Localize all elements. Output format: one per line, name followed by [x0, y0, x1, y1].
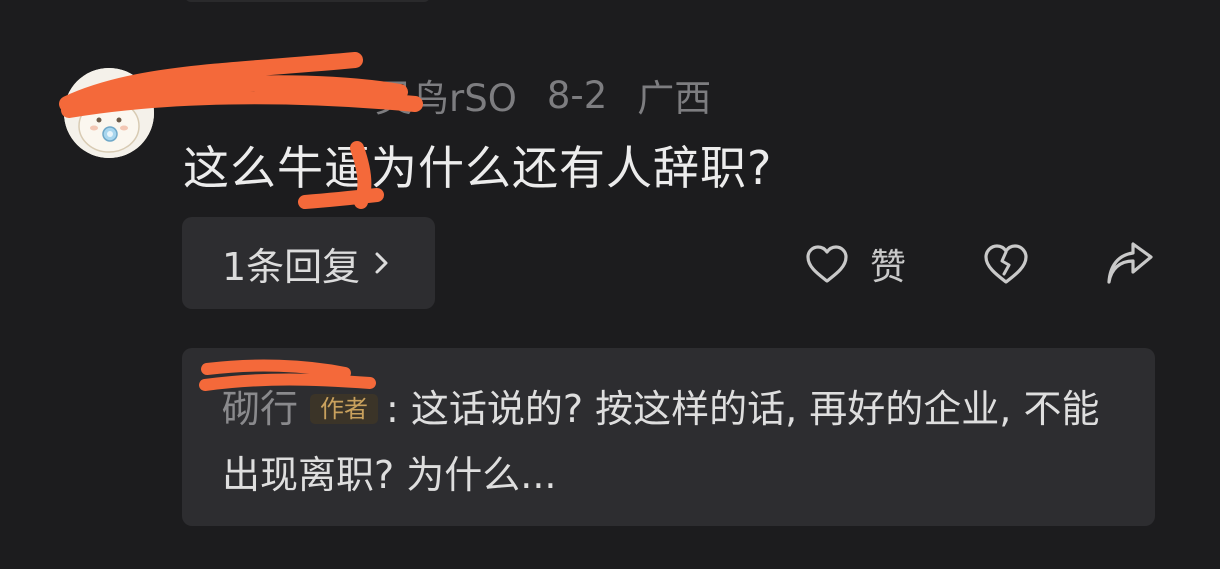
comment-location: 广西 — [637, 77, 712, 120]
like-button[interactable]: 赞 — [804, 240, 906, 288]
previous-card-edge — [185, 0, 430, 2]
broken-heart-icon — [984, 244, 1028, 284]
comment-text: 这么牛逼为什么还有人辞职? — [183, 141, 773, 195]
username-visible-part: 灵鸟rSO — [375, 77, 517, 120]
replies-count-label: 1条回复 — [222, 244, 361, 289]
chevron-right-icon — [375, 252, 388, 274]
share-arrow-icon — [1107, 242, 1153, 284]
comment-username[interactable]: 灵鸟rSO — [185, 68, 517, 122]
share-button[interactable] — [1105, 240, 1155, 288]
heart-outline-icon — [806, 245, 848, 283]
cartoon-cat-avatar-icon — [64, 68, 154, 158]
comment-date: 8-2 — [546, 73, 608, 117]
dislike-button[interactable] — [982, 240, 1030, 288]
like-label: 赞 — [870, 247, 907, 288]
reply-preview-card[interactable]: 砌行 作者: 这话说的? 按这样的话, 再好的企业, 不能出现离职? 为什么... — [182, 348, 1155, 526]
user-avatar[interactable] — [64, 68, 154, 158]
comment-thread: 灵鸟rSO 8-2 广西 这么牛逼为什么还有人辞职? 1条回复 赞 砌行 作者 … — [0, 0, 1220, 569]
author-badge: 作者 — [310, 393, 379, 424]
comment-meta: 灵鸟rSO 8-2 广西 — [185, 68, 712, 122]
reply-author[interactable]: 砌行 — [222, 387, 298, 431]
view-replies-button[interactable]: 1条回复 — [182, 217, 435, 309]
